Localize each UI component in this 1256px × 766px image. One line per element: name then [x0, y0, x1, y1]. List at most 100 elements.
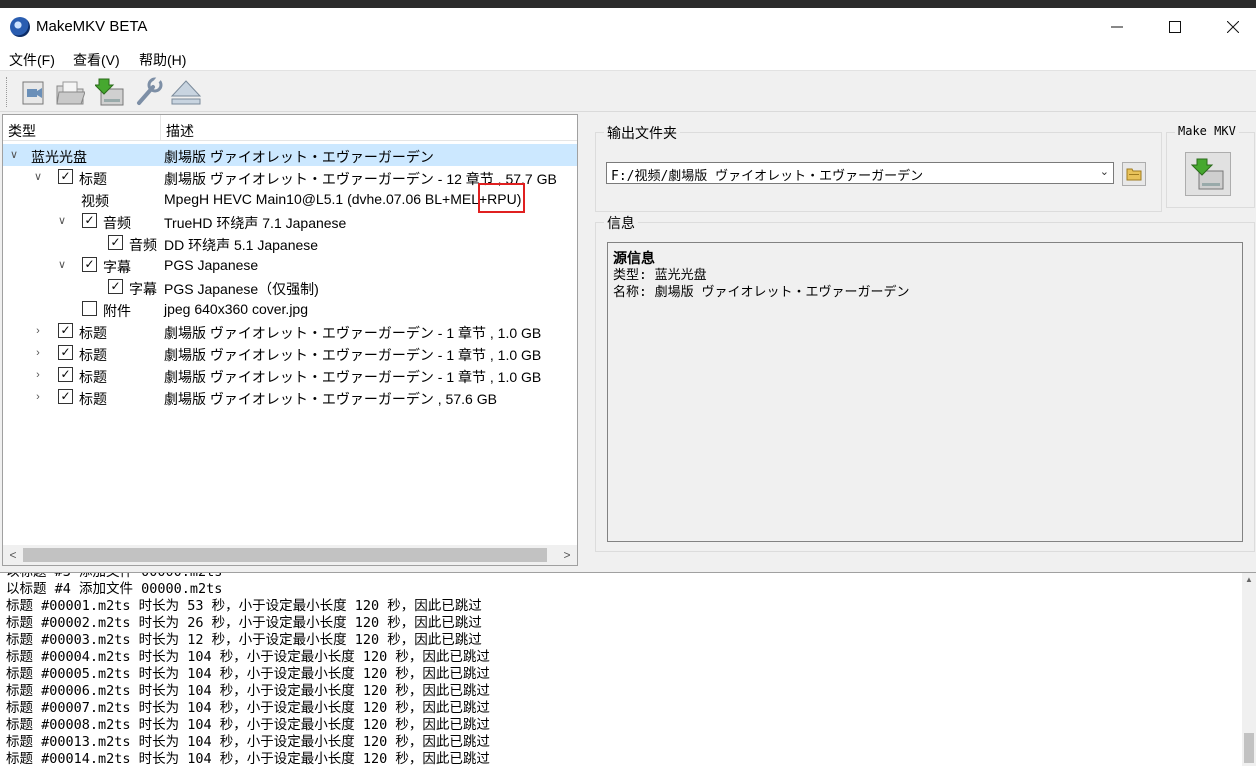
tree-row-type: 附件 [103, 303, 131, 319]
tree-row-description: jpeg 640x360 cover.jpg [164, 301, 308, 317]
tree-row[interactable]: 附件 jpeg 640x360 cover.jpg [3, 298, 577, 320]
chevron-down-icon[interactable]: ∨ [55, 213, 69, 229]
info-label: 信息 [604, 213, 638, 233]
chevron-right-icon[interactable]: › [31, 345, 45, 361]
chevron-down-icon[interactable]: ∨ [7, 147, 21, 163]
log-line: 标题 #00007.m2ts 时长为 104 秒，小于设定最小长度 120 秒，… [6, 700, 490, 716]
scroll-thumb[interactable] [23, 548, 547, 562]
tree-row-checkbox[interactable]: ✓ [58, 323, 73, 338]
backup-button[interactable] [92, 75, 128, 109]
minimize-icon [1111, 26, 1123, 28]
tree-row-description: MpegH HEVC Main10@L5.1 (dvhe.07.06 BL+ME… [164, 191, 522, 207]
tree-row-type: 标题 [79, 171, 107, 187]
info-box: 源信息 类型: 蓝光光盘 名称: 劇場版 ヴァイオレット・エヴァーガーデン [607, 242, 1243, 542]
make-mkv-label: Make MKV [1175, 124, 1239, 138]
open-folder-icon [56, 81, 85, 105]
chevron-right-icon[interactable]: › [31, 367, 45, 383]
chevron-down-icon[interactable]: ⌄ [1100, 165, 1109, 178]
settings-wrench-icon [137, 77, 163, 105]
column-type[interactable]: 类型 [8, 121, 36, 141]
tree-row-type: 字幕 [103, 259, 131, 275]
open-folder-button[interactable] [52, 75, 88, 109]
tree-row[interactable]: › ✓ 标题 劇場版 ヴァイオレット・エヴァーガーデン - 1 章节 , 1.0 GB [3, 320, 577, 342]
log-line: 标题 #00003.m2ts 时长为 12 秒，小于设定最小长度 120 秒，因… [6, 632, 482, 648]
log-line: 以标题 #4 添加文件 00000.m2ts [6, 581, 223, 597]
menu-bar: 文件(F) 查看(V) 帮助(H) [0, 46, 1256, 70]
tree-row[interactable]: › ✓ 标题 劇場版 ヴァイオレット・エヴァーガーデン , 57.6 GB [3, 386, 577, 408]
maximize-icon [1169, 21, 1181, 33]
tree-row-checkbox[interactable]: ✓ [58, 345, 73, 360]
chevron-down-icon[interactable]: ∨ [31, 169, 45, 185]
tree-row-description: PGS Japanese（仅强制) [164, 281, 319, 297]
tree-row-checkbox[interactable]: ✓ [82, 257, 97, 272]
log-vertical-scrollbar[interactable]: ▲ [1242, 573, 1256, 766]
output-folder-path: F:/视频/劇場版 ヴァイオレット・エヴァーガーデン [611, 169, 924, 184]
tree-row-type: 视频 [81, 193, 109, 209]
menu-file[interactable]: 文件(F) [9, 50, 55, 70]
desktop-strip [0, 0, 1256, 8]
tree-row-type: 标题 [79, 347, 107, 363]
settings-button[interactable] [130, 75, 166, 109]
tree-row[interactable]: › ✓ 标题 劇場版 ヴァイオレット・エヴァーガーデン - 1 章节 , 1.0 GB [3, 364, 577, 386]
backup-icon [95, 78, 124, 106]
log-scroll-thumb[interactable] [1244, 733, 1254, 763]
log-line: 标题 #00001.m2ts 时长为 53 秒，小于设定最小长度 120 秒，因… [6, 598, 482, 614]
right-panel: 输出文件夹 F:/视频/劇場版 ヴァイオレット・エヴァーガーデン ⌄ Make … [580, 114, 1256, 566]
tree-row-checkbox[interactable]: ✓ [82, 213, 97, 228]
browse-folder-button[interactable] [1122, 162, 1146, 186]
close-button[interactable] [1204, 8, 1256, 46]
tree-row[interactable]: ∨ 蓝光光盘 劇場版 ヴァイオレット・エヴァーガーデン [3, 144, 577, 166]
tree-row-description: TrueHD 环绕声 7.1 Japanese [164, 215, 347, 231]
tree-row-description: 劇場版 ヴァイオレット・エヴァーガーデン , 57.6 GB [164, 391, 497, 407]
disc-tree-panel[interactable]: 类型 描述 ∨ 蓝光光盘 劇場版 ヴァイオレット・エヴァーガーデン ∨ ✓ 标题 劇場版 ヴ… [2, 114, 578, 566]
log-panel[interactable]: 以标题 #3 添加文件 00000.m2ts 以标题 #4 添加文件 00000.… [0, 572, 1256, 766]
tree-row[interactable]: ✓ 字幕 PGS Japanese（仅强制) [3, 276, 577, 298]
tree-row-checkbox[interactable]: ✓ [108, 235, 123, 250]
chevron-down-icon[interactable]: ∨ [55, 257, 69, 273]
tree-row-description: 劇場版 ヴァイオレット・エヴァーガーデン - 1 章节 , 1.0 GB [164, 347, 542, 363]
title-bar: MakeMKV BETA [0, 8, 1256, 46]
log-line: 标题 #00014.m2ts 时长为 104 秒，小于设定最小长度 120 秒，… [6, 751, 490, 766]
log-line: 标题 #00005.m2ts 时长为 104 秒，小于设定最小长度 120 秒，… [6, 666, 490, 682]
tree-row-type: 标题 [79, 325, 107, 341]
tree-row-checkbox[interactable] [82, 301, 97, 316]
eject-button[interactable] [168, 75, 204, 109]
tree-horizontal-scrollbar[interactable]: < > [3, 545, 577, 565]
tree-row[interactable]: ∨ ✓ 字幕 PGS Japanese [3, 254, 577, 276]
tree-row-type: 蓝光光盘 [31, 149, 87, 165]
scroll-up-icon[interactable]: ▲ [1242, 575, 1256, 589]
toolbar-grip [6, 77, 10, 107]
make-mkv-icon [1191, 158, 1224, 190]
tree-row-type: 标题 [79, 391, 107, 407]
output-folder-combo[interactable]: F:/视频/劇場版 ヴァイオレット・エヴァーガーデン ⌄ [606, 162, 1114, 184]
tree-row-checkbox[interactable]: ✓ [58, 169, 73, 184]
annotation-highlight-box [478, 183, 525, 213]
make-mkv-button[interactable] [1185, 152, 1231, 196]
open-files-icon [22, 81, 44, 105]
window-title: MakeMKV BETA [36, 18, 148, 35]
tree-row-description: DD 环绕声 5.1 Japanese [164, 237, 319, 253]
log-line: 标题 #00006.m2ts 时长为 104 秒，小于设定最小长度 120 秒，… [6, 683, 490, 699]
tree-row[interactable]: ✓ 音频 DD 环绕声 5.1 Japanese [3, 232, 577, 254]
open-files-button[interactable] [16, 75, 52, 109]
tree-row-checkbox[interactable]: ✓ [108, 279, 123, 294]
tree-row[interactable]: › ✓ 标题 劇場版 ヴァイオレット・エヴァーガーデン - 1 章节 , 1.0 GB [3, 342, 577, 364]
tree-row-checkbox[interactable]: ✓ [58, 389, 73, 404]
scroll-right-icon[interactable]: > [558, 546, 576, 564]
tree-row-type: 标题 [79, 369, 107, 385]
tree-row-description: 劇場版 ヴァイオレット・エヴァーガーデン - 1 章节 , 1.0 GB [164, 369, 542, 385]
tree-row-type: 字幕 [129, 281, 157, 297]
menu-view[interactable]: 查看(V) [73, 50, 120, 70]
tree-row-checkbox[interactable]: ✓ [58, 367, 73, 382]
log-line: 标题 #00008.m2ts 时长为 104 秒，小于设定最小长度 120 秒，… [6, 717, 490, 733]
column-description[interactable]: 描述 [166, 121, 194, 141]
tree-row[interactable]: ∨ ✓ 音频 TrueHD 环绕声 7.1 Japanese [3, 210, 577, 232]
chevron-right-icon[interactable]: › [31, 389, 45, 405]
maximize-button[interactable] [1146, 8, 1204, 46]
chevron-right-icon[interactable]: › [31, 323, 45, 339]
info-name: 名称: 劇場版 ヴァイオレット・エヴァーガーデン [613, 285, 910, 300]
scroll-left-icon[interactable]: < [4, 546, 22, 564]
minimize-button[interactable] [1088, 8, 1146, 46]
menu-help[interactable]: 帮助(H) [139, 50, 186, 70]
folder-icon [1126, 168, 1142, 181]
